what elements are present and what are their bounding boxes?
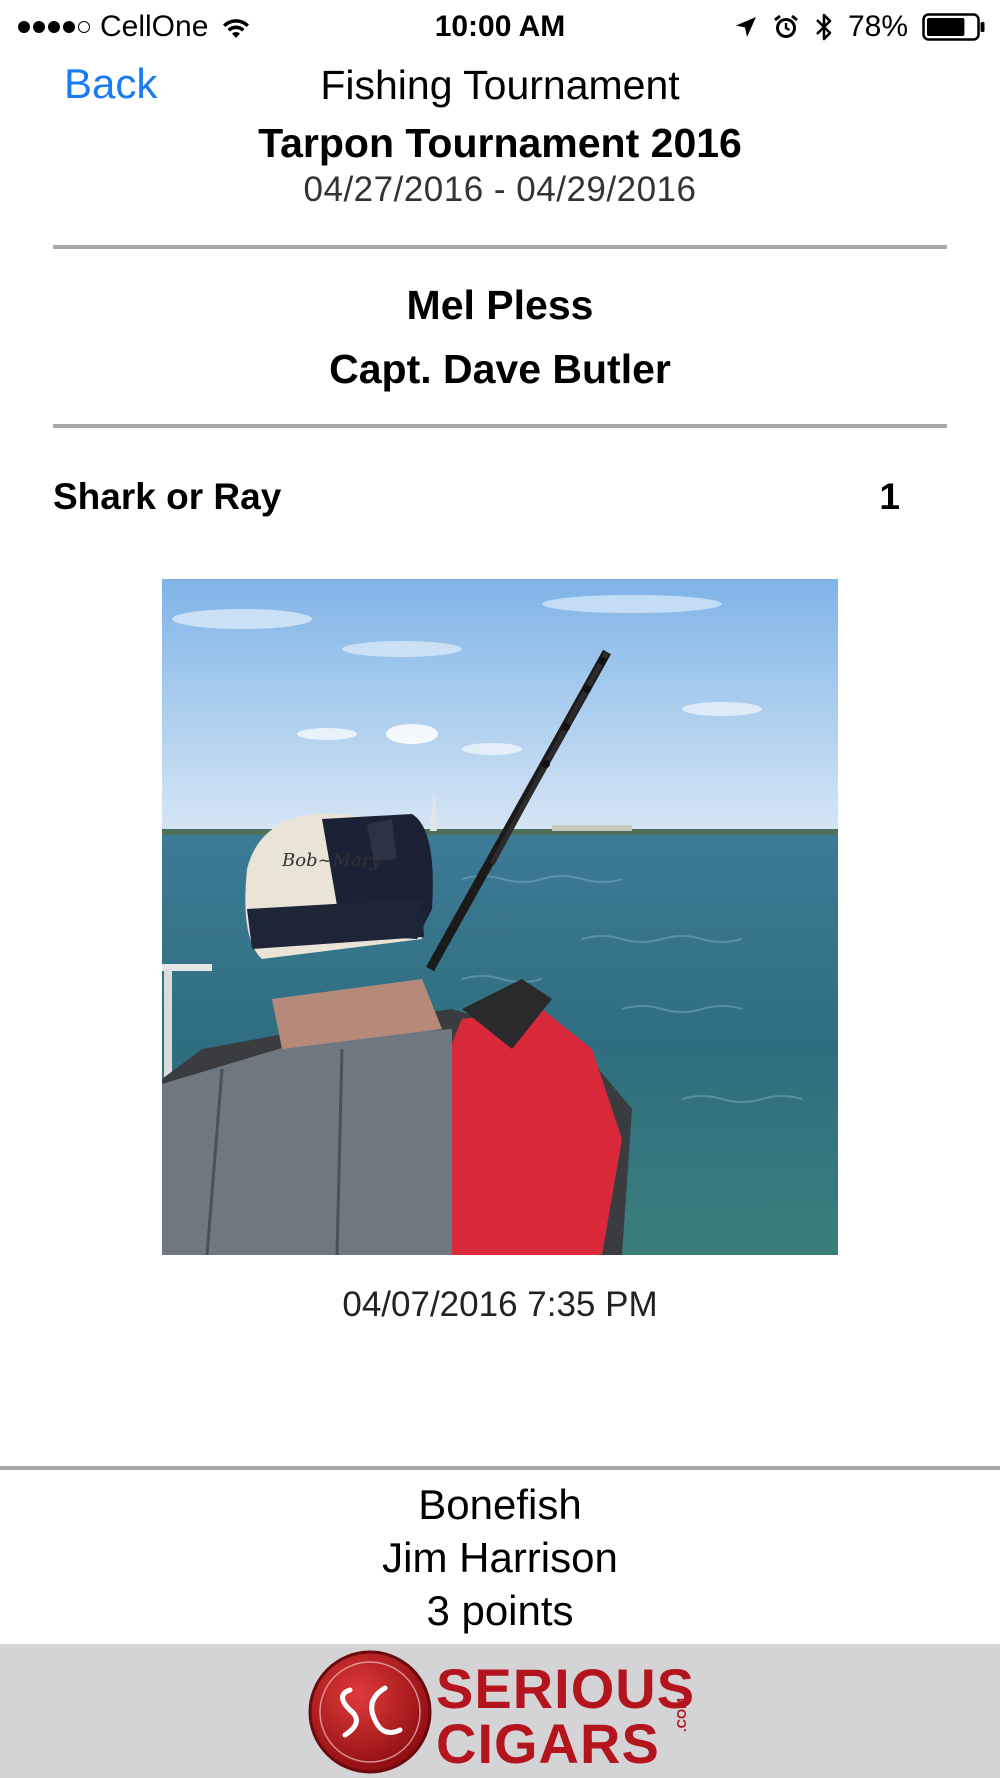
ad-brand-line1: SERIOUS [436,1657,696,1720]
status-bar: CellOne 10:00 AM 78% [0,0,1000,54]
alarm-icon [774,14,798,38]
battery-percent: 78% [847,10,908,43]
location-arrow-icon [735,17,756,37]
battery-icon [922,13,985,41]
catch-photo-illustration: Bob~Mary [162,579,838,1255]
divider [53,424,947,428]
svg-text:Bob~Mary: Bob~Mary [281,850,381,871]
tournament-name: Tarpon Tournament 2016 [258,120,742,166]
divider [0,1466,1000,1470]
next-entry-angler[interactable]: Jim Harrison [0,1534,1000,1582]
catch-category: Shark or Ray [53,476,282,517]
nav-title: Fishing Tournament [320,62,680,108]
next-entry-points[interactable]: 3 points [0,1587,1000,1635]
catch-count: 1 [879,476,900,517]
catch-timestamp: 04/07/2016 7:35 PM [342,1285,658,1324]
status-bar-right: 78% [734,10,986,44]
ad-banner[interactable]: SERIOUS CIGARS .COM [0,1644,1000,1778]
captain-name: Capt. Dave Butler [329,346,671,392]
ad-brand-text: SERIOUS CIGARS [436,1657,696,1775]
tournament-dates: 04/27/2016 - 04/29/2016 [303,170,697,209]
ad-brand-suffix: .COM [674,1698,689,1732]
ad-brand-line2: CIGARS [436,1711,660,1775]
serious-cigars-logo-icon [308,1650,432,1774]
next-entry-species[interactable]: Bonefish [0,1481,1000,1529]
bluetooth-icon [816,13,832,41]
catch-photo[interactable]: Bob~Mary [162,579,838,1255]
angler-name: Mel Pless [406,282,594,328]
divider [53,245,947,249]
